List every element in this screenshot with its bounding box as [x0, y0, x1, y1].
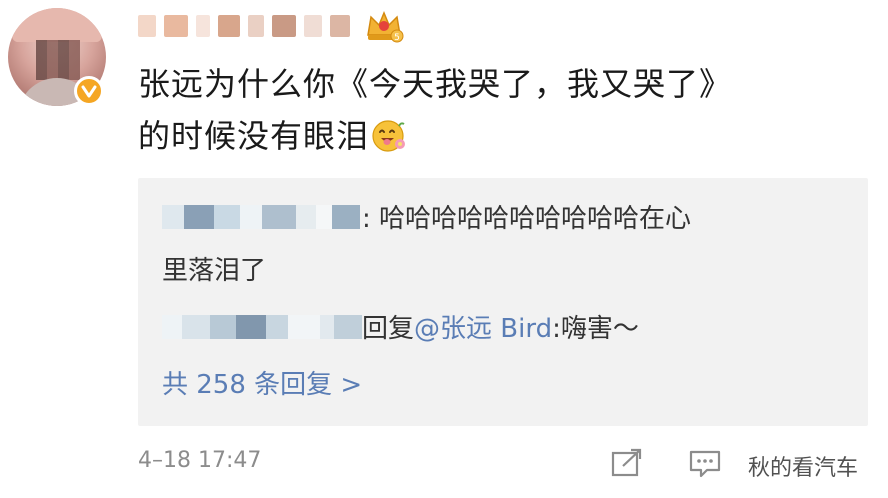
reply-author-blur[interactable]: [162, 199, 362, 233]
more-replies-link[interactable]: 共 258 条回复 >: [162, 364, 362, 406]
post-text-line2: 的时候没有眼泪: [138, 110, 858, 162]
reply-2-mention-link[interactable]: @张远 Bird: [414, 314, 552, 344]
reply-1-text: : 哈哈哈哈哈哈哈哈哈哈在心: [362, 204, 692, 234]
post-text-line2-text: 的时候没有眼泪: [138, 117, 370, 155]
username-blur: [218, 15, 240, 37]
post-timestamp: 4–18 17:47: [138, 448, 262, 473]
post-text-line1: 张远为什么你《今天我哭了，我又哭了》: [138, 65, 733, 103]
crown-level-icon: 5: [367, 11, 404, 43]
reply-item-1: : 哈哈哈哈哈哈哈哈哈哈在心: [162, 198, 691, 240]
reply-item-2: 回复@张远 Bird:嗨害～: [162, 308, 639, 350]
avatar-hat: [12, 8, 102, 42]
username-blur: [330, 15, 350, 37]
share-icon[interactable]: [610, 448, 644, 478]
reply-2-prefix: 回复: [362, 314, 415, 344]
svg-text:5: 5: [394, 33, 400, 43]
action-bar: [610, 448, 722, 478]
reply-box[interactable]: : 哈哈哈哈哈哈哈哈哈哈在心 里落泪了 回复@张远 Bird:嗨害～ 共 258…: [138, 178, 868, 426]
avatar-face-blur: [36, 40, 80, 80]
username-blur: [196, 15, 210, 37]
tongue-out-flower-emoji-icon: [372, 120, 406, 152]
username-blur: [138, 15, 156, 37]
verified-badge-icon: [74, 76, 104, 106]
username[interactable]: 5: [138, 11, 404, 43]
username-blur: [272, 15, 296, 37]
username-blur: [164, 15, 188, 37]
comment-icon[interactable]: [688, 448, 722, 478]
reply-item-1-cont: 里落泪了: [162, 256, 267, 286]
watermark: 秋的看汽车: [748, 456, 859, 481]
reply-2-text: :嗨害～: [552, 314, 639, 344]
username-blur: [304, 15, 322, 37]
post-text: 张远为什么你《今天我哭了，我又哭了》 的时候没有眼泪: [138, 58, 858, 162]
reply-author-blur[interactable]: [162, 309, 362, 343]
username-blur: [248, 15, 264, 37]
